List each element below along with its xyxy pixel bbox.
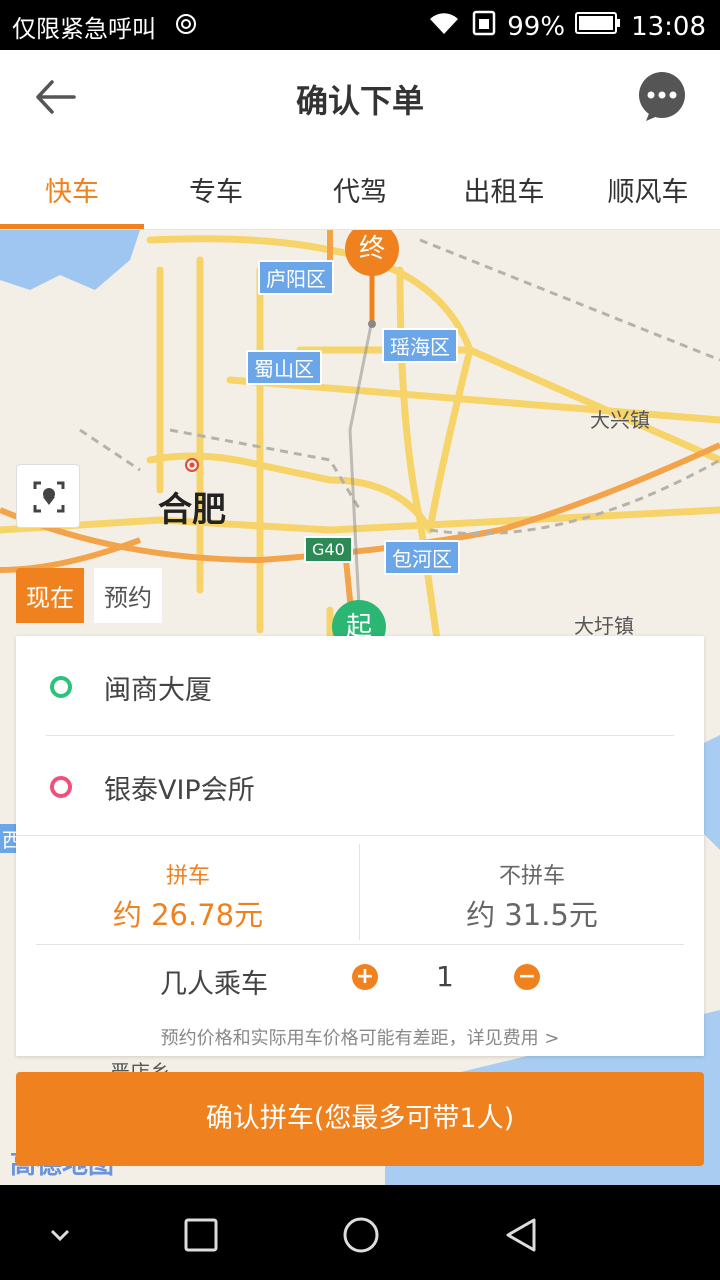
tab-carpool-ride[interactable]: 顺风车 bbox=[576, 144, 720, 229]
origin-dot-icon bbox=[50, 676, 72, 698]
tab-taxi[interactable]: 出租车 bbox=[432, 144, 576, 229]
order-card: 闽商大厦 银泰VIP会所 拼车 约 26.78元 不拼车 约 31.5元 几人乘… bbox=[16, 636, 704, 1056]
nfc-icon bbox=[174, 12, 198, 40]
road-shield: G40 bbox=[304, 536, 353, 563]
carpool-option[interactable]: 拼车 约 26.78元 bbox=[16, 858, 360, 934]
divider bbox=[36, 944, 684, 945]
chevron-down-icon bbox=[50, 1229, 70, 1242]
app-header: 确认下单 bbox=[0, 50, 720, 144]
triangle-back-icon bbox=[506, 1218, 536, 1252]
carpool-price: 约 26.78元 bbox=[112, 898, 264, 932]
destination-dot-icon bbox=[50, 776, 72, 798]
book-option[interactable]: 预约 bbox=[94, 568, 162, 623]
no-carpool-price: 约 31.5元 bbox=[466, 898, 598, 932]
map-town-label: 大圩镇 bbox=[574, 614, 634, 638]
service-tabs: 快车 专车 代驾 出租车 顺风车 bbox=[0, 144, 720, 230]
price-note-link[interactable]: 预约价格和实际用车价格可能有差距，详见费用 > bbox=[16, 1024, 704, 1050]
battery-icon bbox=[575, 11, 621, 42]
map-district-label: 庐阳区 bbox=[258, 260, 334, 295]
locate-icon bbox=[33, 481, 65, 513]
clock: 13:08 bbox=[631, 11, 706, 42]
map-city-label: 合肥 bbox=[158, 490, 226, 530]
no-carpool-label: 不拼车 bbox=[498, 864, 565, 889]
sim-icon bbox=[471, 9, 497, 44]
back-nav-button[interactable] bbox=[501, 1215, 541, 1255]
destination-address: 银泰VIP会所 bbox=[104, 775, 255, 806]
now-option[interactable]: 现在 bbox=[16, 568, 84, 623]
map-district-label: 瑶海区 bbox=[382, 328, 458, 363]
time-toggle: 现在 预约 bbox=[16, 568, 162, 623]
map-town-label: 大兴镇 bbox=[590, 408, 650, 432]
carrier-text: 仅限紧急呼叫 bbox=[12, 15, 156, 43]
chat-button[interactable] bbox=[636, 71, 688, 123]
status-bar: 仅限紧急呼叫 99% 13:08 bbox=[0, 0, 720, 50]
passenger-label: 几人乘车 bbox=[160, 969, 268, 1000]
plus-button[interactable]: + bbox=[352, 964, 378, 990]
tab-designated-driver[interactable]: 代驾 bbox=[288, 144, 432, 229]
origin-address: 闽商大厦 bbox=[104, 675, 212, 706]
chat-bubble-icon bbox=[639, 72, 685, 121]
no-carpool-option[interactable]: 不拼车 约 31.5元 bbox=[360, 858, 704, 934]
locate-button[interactable] bbox=[16, 464, 80, 528]
battery-percent: 99% bbox=[507, 11, 566, 42]
destination-row[interactable]: 银泰VIP会所 bbox=[16, 736, 704, 836]
confirm-carpool-button[interactable]: 确认拼车(您最多可带1人) bbox=[16, 1072, 704, 1166]
tab-premier[interactable]: 专车 bbox=[144, 144, 288, 229]
origin-row[interactable]: 闽商大厦 bbox=[16, 636, 704, 736]
map-district-label: 蜀山区 bbox=[246, 350, 322, 385]
square-icon bbox=[184, 1218, 218, 1252]
home-button[interactable] bbox=[341, 1215, 381, 1255]
hide-keyboard-button[interactable] bbox=[40, 1215, 80, 1255]
map-district-label: 包河区 bbox=[384, 540, 460, 575]
divider bbox=[16, 835, 704, 836]
passenger-count: 1 bbox=[436, 960, 454, 993]
wifi-icon bbox=[427, 10, 461, 43]
recents-button[interactable] bbox=[181, 1215, 221, 1255]
circle-icon bbox=[343, 1217, 379, 1253]
carpool-label: 拼车 bbox=[165, 864, 210, 889]
passenger-count-row: 几人乘车 + 1 − bbox=[16, 956, 704, 1006]
minus-button[interactable]: − bbox=[514, 964, 540, 990]
page-title: 确认下单 bbox=[295, 82, 424, 120]
tab-express[interactable]: 快车 bbox=[0, 144, 144, 229]
system-nav-bar bbox=[0, 1185, 720, 1280]
